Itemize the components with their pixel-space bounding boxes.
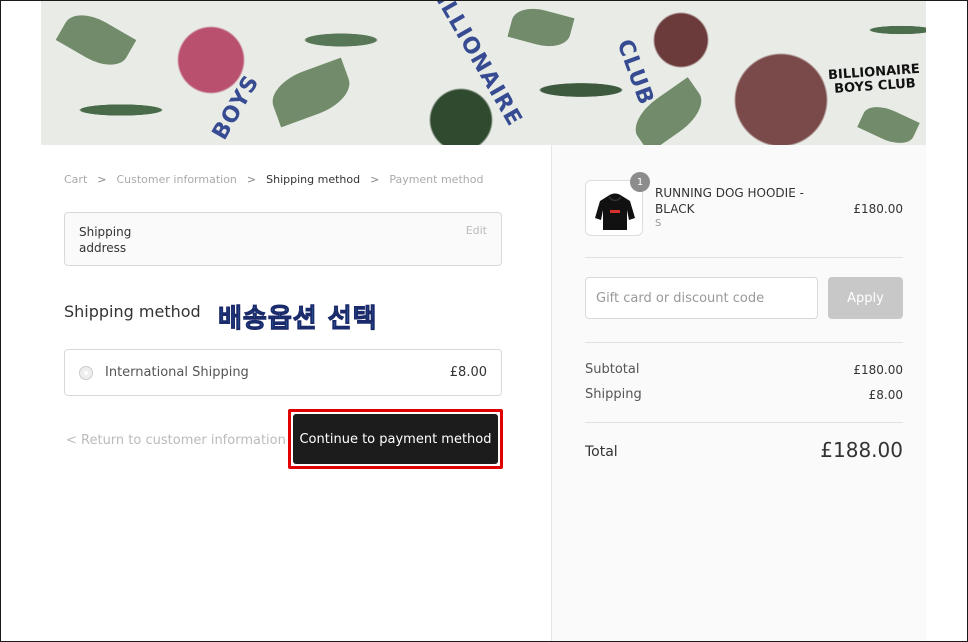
shipping-option-price: £8.00	[449, 365, 487, 380]
breadcrumb-customer-info-link[interactable]: Customer information	[116, 173, 236, 186]
shipping-option-international[interactable]: International Shipping £8.00	[64, 349, 502, 396]
annotation-label: 배송옵션 선택	[218, 304, 378, 335]
divider	[585, 342, 903, 343]
shipping-option-radio[interactable]	[79, 366, 93, 380]
subtotal-value: £180.00	[853, 363, 903, 377]
breadcrumb-cart-link[interactable]: Cart	[64, 173, 87, 186]
shipping-address-label: Shipping address	[79, 225, 132, 255]
breadcrumb-payment-method: Payment method	[389, 173, 484, 186]
shipping-label: Shipping	[585, 387, 642, 402]
hoodie-image	[595, 193, 635, 230]
total-label: Total	[585, 444, 618, 460]
divider	[585, 257, 903, 258]
return-to-customer-info-link[interactable]: < Return to customer information	[66, 433, 286, 448]
continue-to-payment-button[interactable]: Continue to payment method	[293, 414, 498, 464]
discount-code-input[interactable]	[585, 277, 818, 319]
chevron-right-icon: >	[246, 173, 257, 186]
breadcrumb-shipping-method: Shipping method	[266, 173, 361, 186]
breadcrumb: Cart > Customer information > Shipping m…	[64, 173, 483, 186]
chevron-right-icon: >	[370, 173, 380, 186]
shipping-method-heading: Shipping method	[64, 302, 201, 321]
divider	[585, 422, 903, 423]
apply-discount-button[interactable]: Apply	[828, 277, 903, 319]
product-price: £180.00	[853, 202, 903, 216]
chevron-right-icon: >	[97, 173, 107, 186]
shipping-value: £8.00	[868, 388, 903, 402]
subtotal-label: Subtotal	[585, 362, 640, 377]
shipping-option-name: International Shipping	[105, 365, 249, 380]
quantity-badge: 1	[630, 172, 650, 192]
header-banner-image: BILLIONAIRE BOYS CLUB BILLIONAIRE BOYS C…	[41, 0, 926, 145]
edit-address-link[interactable]: Edit	[466, 224, 487, 237]
product-variant: S	[655, 218, 662, 229]
brand-logo: BILLIONAIRE BOYS CLUB	[827, 61, 921, 97]
total-value: £188.00	[820, 438, 903, 462]
product-name: RUNNING DOG HOODIE - BLACK	[655, 186, 804, 216]
shipping-address-box: Shipping address Edit	[64, 212, 502, 266]
